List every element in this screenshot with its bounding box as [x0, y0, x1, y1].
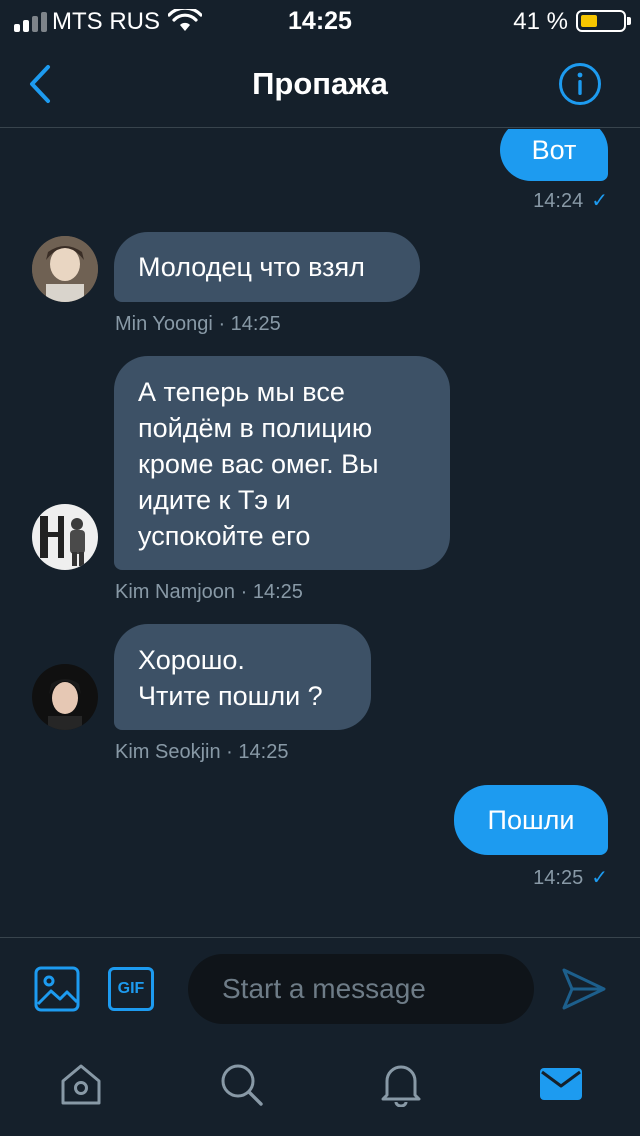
message-text-line: кроме вас омег. Вы [138, 449, 379, 479]
message-time: 14:25 [230, 313, 281, 335]
send-icon[interactable] [560, 966, 608, 1012]
info-circle-icon[interactable] [558, 62, 602, 106]
message-input[interactable] [188, 954, 534, 1024]
avatar-photo [32, 504, 98, 570]
message-text-line: идите к Тэ и [138, 485, 291, 515]
message-sender-meta: Min Yoongi · 14:25 [115, 313, 281, 335]
avatar[interactable] [32, 236, 98, 302]
message-text-line: Хорошо. [138, 645, 245, 675]
battery-level-fill [581, 15, 597, 27]
conversation-header: Пропажа [0, 40, 640, 128]
bottom-tab-bar [0, 1041, 640, 1136]
incoming-message-bubble[interactable]: Молодец что взял [114, 232, 420, 302]
message-thread[interactable]: Вот 14:24 ✓ Молодец что взял Min Yoongi ·… [0, 129, 640, 937]
message-time: 14:25 [238, 741, 289, 763]
sender-name: Kim Seokjin [115, 741, 221, 763]
avatar-photo [32, 236, 98, 302]
sender-name: Kim Namjoon [115, 581, 236, 603]
avatar-photo [32, 664, 98, 730]
image-icon[interactable] [34, 966, 80, 1012]
incoming-message-bubble[interactable]: Хорошо. Чтите пошли ? [114, 624, 371, 730]
sent-check-icon: ✓ [591, 190, 608, 212]
message-text-line: успокойте его [138, 521, 311, 551]
avatar[interactable] [32, 664, 98, 730]
message-timestamp: 14:24 ✓ [533, 190, 608, 212]
battery-icon [576, 10, 631, 32]
message-sender-meta: Kim Seokjin · 14:25 [115, 741, 289, 763]
message-composer: GIF [0, 937, 640, 1041]
outgoing-message-bubble[interactable]: Вот [500, 129, 608, 181]
outgoing-message-bubble[interactable]: Пошли [454, 785, 608, 855]
bell-icon[interactable] [378, 1061, 424, 1107]
message-text-line: Чтите пошли ? [138, 681, 323, 711]
message-sender-meta: Kim Namjoon · 14:25 [115, 581, 303, 603]
message-timestamp: 14:25 ✓ [533, 867, 608, 889]
avatar[interactable] [32, 504, 98, 570]
message-time: 14:25 [252, 581, 303, 603]
conversation-title: Пропажа [252, 66, 388, 101]
sender-name: Min Yoongi [115, 313, 213, 335]
message-text: Молодец что взял [138, 252, 365, 282]
home-icon[interactable] [58, 1061, 104, 1107]
message-text: Пошли [487, 805, 575, 835]
message-text-line: А теперь мы все [138, 377, 345, 407]
battery-percentage: 41 % [513, 8, 568, 35]
message-text-line: пойдём в полицию [138, 413, 373, 443]
mail-icon[interactable] [538, 1061, 584, 1107]
status-bar: MTS RUS 14:25 41 % [0, 0, 640, 40]
message-text: Вот [531, 135, 577, 165]
sent-check-icon: ✓ [591, 867, 608, 889]
gif-button[interactable]: GIF [108, 967, 154, 1011]
incoming-message-bubble[interactable]: А теперь мы все пойдём в полицию кроме в… [114, 356, 450, 570]
search-icon[interactable] [218, 1061, 264, 1107]
